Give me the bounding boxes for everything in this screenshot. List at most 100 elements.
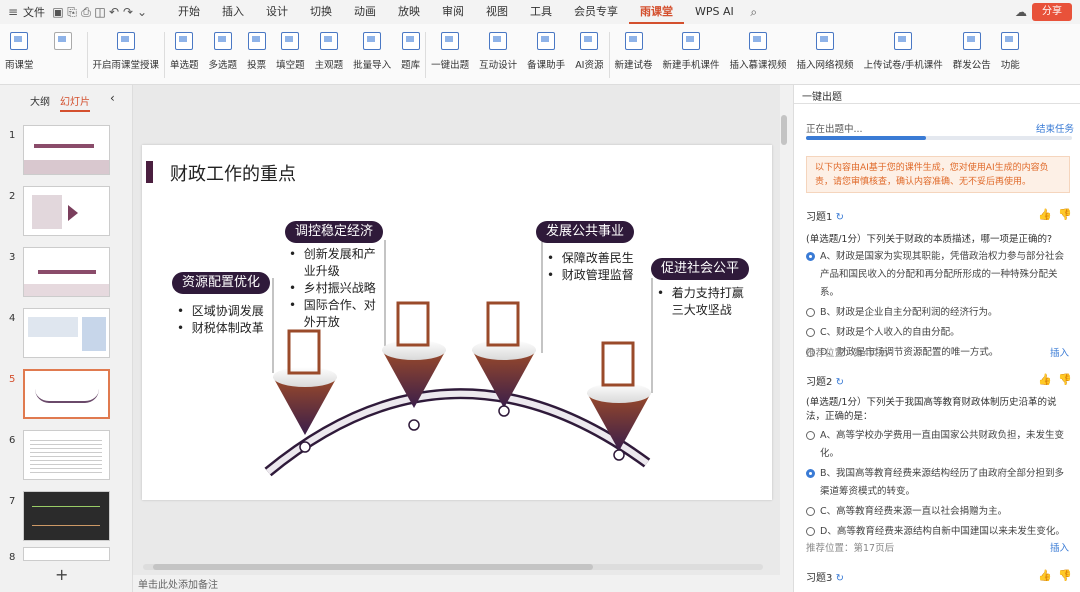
thumbs-up-icon[interactable]: 👍 xyxy=(1038,373,1052,386)
scrollbar-thumb[interactable] xyxy=(781,115,787,145)
ribbon-tabs: 开始 插入 设计 切换 动画 放映 审阅 视图 工具 会员专享 雨课堂 WPS … xyxy=(167,0,745,24)
subjective-button[interactable]: 主观题 xyxy=(310,24,349,84)
thumb-image xyxy=(82,317,106,351)
slide-number: 4 xyxy=(9,313,16,324)
thumbs-down-icon[interactable]: 👎 xyxy=(1058,208,1072,221)
upload-exam-button[interactable]: 上传试卷/手机课件 xyxy=(859,24,948,84)
thumbs-down-icon[interactable]: 👎 xyxy=(1058,569,1072,582)
thumbs-down-icon[interactable]: 👎 xyxy=(1058,373,1072,386)
tab-review[interactable]: 审阅 xyxy=(431,0,475,24)
export-icon[interactable]: ⎘ xyxy=(65,5,79,19)
vertical-scrollbar[interactable] xyxy=(780,95,788,575)
save-icon[interactable]: ▣ xyxy=(51,5,65,19)
ai-notice: 以下内容由AI基于您的课件生成，您对使用AI生成的内容负责，请您审慎核查，确认内… xyxy=(806,156,1070,193)
radio-selected[interactable] xyxy=(806,469,815,478)
fill-blank-button[interactable]: 填空题 xyxy=(271,24,310,84)
slide-thumbnail-5[interactable] xyxy=(23,369,110,419)
search-icon[interactable]: ⌕ xyxy=(747,5,761,19)
option-c[interactable]: C、财政是个人收入的自由分配。 xyxy=(806,324,1072,342)
question-3-title: 习题3 ↻ xyxy=(806,569,844,584)
scrollbar-thumb[interactable] xyxy=(153,564,593,570)
branch-4-bullets: • 着力支持打赢三大攻坚战 xyxy=(657,285,749,319)
tab-member[interactable]: 会员专享 xyxy=(563,0,629,24)
current-slide[interactable]: 财政工作的重点 资源配置优化 • 区域协调发展 • 财税体制改革 调控稳定经济 … xyxy=(142,145,772,500)
tab-tools[interactable]: 工具 xyxy=(519,0,563,24)
undo-icon[interactable]: ↶ xyxy=(107,5,121,19)
question-2-recommend: 推荐位置：第17页后 xyxy=(806,543,895,554)
lesson-assistant-button[interactable]: 备课助手 xyxy=(522,24,570,84)
ai-resource-button[interactable]: AI资源 xyxy=(570,24,608,84)
insert-mooc-video-button[interactable]: 插入慕课视频 xyxy=(725,24,792,84)
start-class-button[interactable]: 开启雨课堂授课 xyxy=(88,24,165,84)
tab-transition[interactable]: 切换 xyxy=(299,0,343,24)
thumbs-up-icon[interactable]: 👍 xyxy=(1038,208,1052,221)
option-a[interactable]: A、财政是国家为实现其职能，凭借政治权力参与部分社会产品和国民收入的分配和再分配… xyxy=(806,248,1072,302)
interactive-design-button[interactable]: 互动设计 xyxy=(474,24,522,84)
option-a[interactable]: A、高等学校办学费用一直由国家公共财政负担，未发生变化。 xyxy=(806,427,1072,463)
print-preview-icon[interactable]: ◫ xyxy=(93,5,107,19)
thumbs-up-icon[interactable]: 👍 xyxy=(1038,569,1052,582)
insert-button-1[interactable]: 插入 xyxy=(1050,345,1069,359)
radio[interactable] xyxy=(806,507,815,516)
radio[interactable] xyxy=(806,308,815,317)
slide-thumbnail-1[interactable] xyxy=(23,125,110,175)
file-menu[interactable]: ≡ 文件 xyxy=(0,0,51,24)
tab-rain-classroom[interactable]: 雨课堂 xyxy=(629,0,684,24)
share-button[interactable]: 分享 xyxy=(1032,3,1072,21)
redo-icon[interactable]: ↷ xyxy=(121,5,135,19)
new-mobile-courseware-icon xyxy=(682,32,701,50)
tab-view[interactable]: 视图 xyxy=(475,0,519,24)
insert-web-video-label: 插入网络视频 xyxy=(796,60,854,71)
radio[interactable] xyxy=(806,527,815,536)
multiple-choice-label: 多选题 xyxy=(208,60,238,71)
vote-button[interactable]: 投票 xyxy=(242,24,271,84)
tab-start[interactable]: 开始 xyxy=(167,0,211,24)
insert-mooc-video-label: 插入慕课视频 xyxy=(729,60,787,71)
quick-access-dropdown-icon[interactable]: ⌄ xyxy=(135,5,149,19)
batch-import-button[interactable]: 批量导入 xyxy=(348,24,396,84)
tab-slides[interactable]: 幻灯片 xyxy=(60,93,90,112)
slide-thumbnail-7[interactable] xyxy=(23,491,110,541)
collapse-panel-icon[interactable]: ‹ xyxy=(110,91,115,105)
tab-animation[interactable]: 动画 xyxy=(343,0,387,24)
tab-insert[interactable]: 插入 xyxy=(211,0,255,24)
question-bank-button[interactable]: 题库 xyxy=(396,24,425,84)
slide-thumbnail-2[interactable] xyxy=(23,186,110,236)
horizontal-scrollbar[interactable] xyxy=(143,564,763,570)
radio-selected[interactable] xyxy=(806,252,815,261)
slide-thumbnail-4[interactable] xyxy=(23,308,110,358)
group-announce-button[interactable]: 群发公告 xyxy=(948,24,996,84)
function-button[interactable]: 功能 xyxy=(996,24,1025,84)
radio[interactable] xyxy=(806,328,815,337)
option-d[interactable]: D、高等教育经费来源结构自新中国建国以来未发生变化。 xyxy=(806,523,1072,541)
question-title-text: 习题3 xyxy=(806,573,833,584)
new-mobile-courseware-button[interactable]: 新建手机课件 xyxy=(658,24,725,84)
print-icon[interactable]: ⎙ xyxy=(79,5,93,19)
option-b[interactable]: B、我国高等教育经费来源结构经历了由政府全部分担到多渠道筹资模式的转变。 xyxy=(806,465,1072,501)
refresh-icon[interactable]: ↻ xyxy=(836,377,844,388)
tab-design[interactable]: 设计 xyxy=(255,0,299,24)
add-slide-button[interactable]: + xyxy=(55,565,68,584)
slide-thumbnail-8[interactable] xyxy=(23,547,110,561)
rain-classroom-button[interactable]: 雨课堂 xyxy=(0,24,39,84)
tab-slideshow[interactable]: 放映 xyxy=(387,0,431,24)
end-task-button[interactable]: 结束任务 xyxy=(1036,121,1074,135)
one-click-quiz-button[interactable]: 一键出题 xyxy=(426,24,474,84)
slide-thumbnail-6[interactable] xyxy=(23,430,110,480)
insert-button-2[interactable]: 插入 xyxy=(1050,540,1069,554)
insert-web-video-button[interactable]: 插入网络视频 xyxy=(792,24,859,84)
tab-outline[interactable]: 大纲 xyxy=(30,93,50,108)
new-exam-button[interactable]: 新建试卷 xyxy=(610,24,658,84)
tab-wps-ai[interactable]: WPS AI xyxy=(684,0,745,24)
slide-thumbnail-3[interactable] xyxy=(23,247,110,297)
refresh-icon[interactable]: ↻ xyxy=(836,212,844,223)
option-c[interactable]: C、高等教育经费来源一直以社会捐赠为主。 xyxy=(806,503,1072,521)
option-b[interactable]: B、财政是企业自主分配利润的经济行为。 xyxy=(806,304,1072,322)
multiple-choice-button[interactable]: 多选题 xyxy=(204,24,243,84)
radio[interactable] xyxy=(806,431,815,440)
single-choice-button[interactable]: 单选题 xyxy=(165,24,204,84)
cloud-icon[interactable]: ☁ xyxy=(1014,5,1028,19)
refresh-icon[interactable]: ↻ xyxy=(836,573,844,584)
lesson-assistant-label: 备课助手 xyxy=(527,60,566,71)
notes-placeholder[interactable]: 单击此处添加备注 xyxy=(138,576,218,591)
